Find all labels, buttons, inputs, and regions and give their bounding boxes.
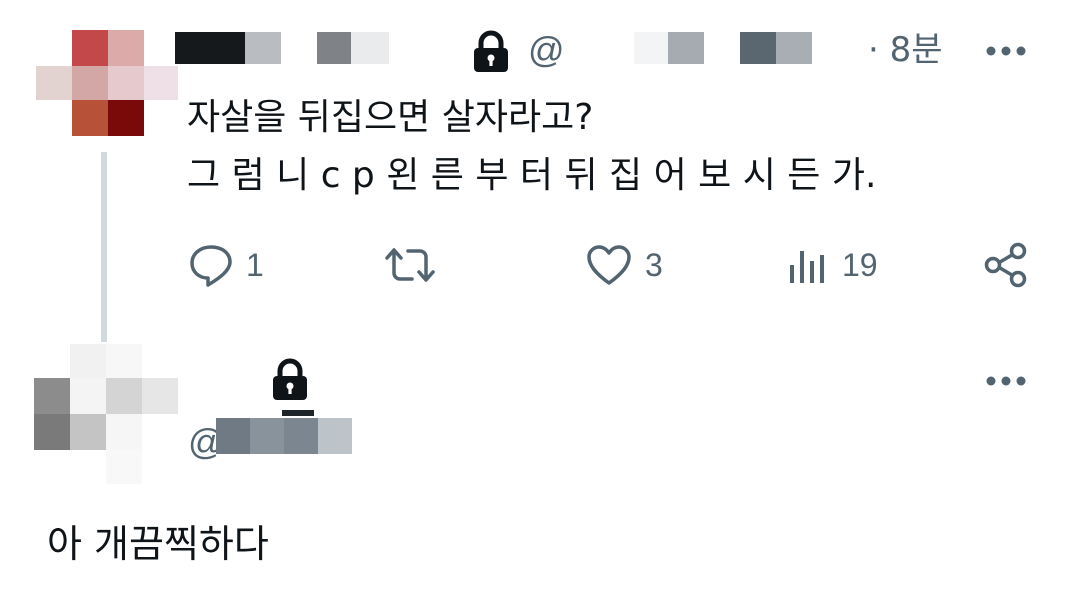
retweet-icon [385, 248, 435, 282]
handle-redacted [216, 410, 356, 456]
lock-icon [273, 358, 307, 400]
like-button[interactable]: 3 [585, 240, 663, 290]
retweet-button[interactable] [384, 240, 436, 290]
reply-count: 1 [246, 246, 264, 283]
avatar[interactable] [36, 30, 178, 136]
like-count: 3 [645, 246, 663, 283]
tweet-text-line: 자살을 뒤집으면 살자라고? [187, 97, 594, 138]
more-icon[interactable] [984, 44, 1028, 58]
lock-icon [474, 30, 508, 72]
thread-line [101, 152, 107, 342]
timestamp[interactable]: · 8분 [868, 28, 943, 72]
avatar[interactable] [34, 344, 178, 484]
tweet-text: 아 개끔찍하다 [47, 522, 269, 566]
like-icon [587, 245, 631, 285]
handle-redacted [634, 30, 814, 66]
tweet-text-line: 그 럼 니 c p 왼 른 부 터 뒤 집 어 보 시 든 가. [187, 155, 877, 196]
view-count: 19 [842, 246, 878, 283]
display-name[interactable] [175, 30, 390, 66]
reply-icon [190, 245, 232, 287]
handle-prefix: @ [528, 29, 565, 70]
share-icon [984, 242, 1027, 288]
views-button[interactable]: 19 [786, 240, 878, 290]
views-icon [790, 251, 824, 283]
handle[interactable]: @ [528, 28, 565, 72]
reply-button[interactable]: 1 [188, 240, 264, 290]
more-icon[interactable] [984, 374, 1028, 388]
share-button[interactable] [983, 240, 1029, 290]
